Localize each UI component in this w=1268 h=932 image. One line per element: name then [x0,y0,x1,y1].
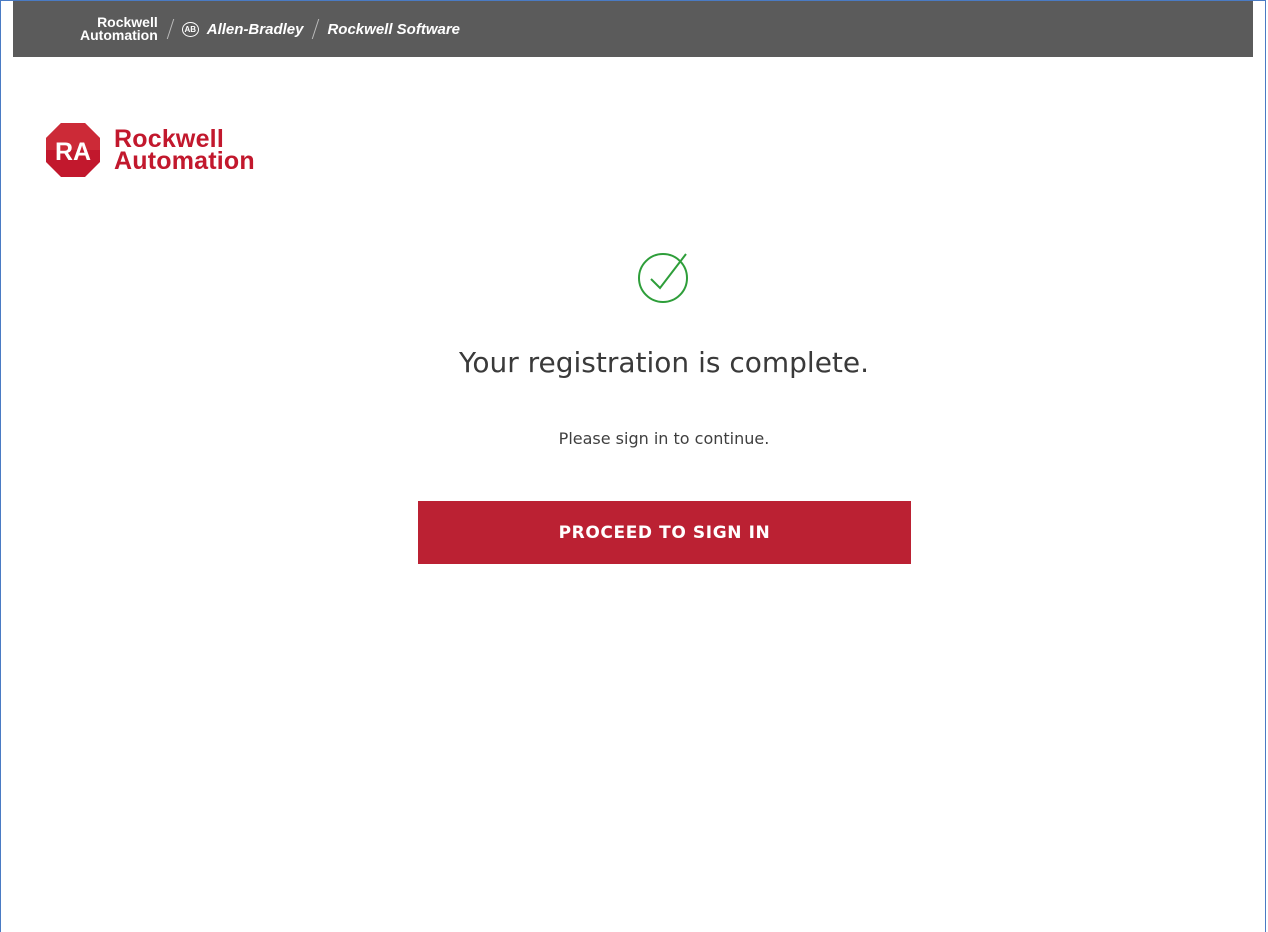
brand-separator [166,19,175,39]
logo-wordmark: Rockwell Automation [114,127,255,175]
allen-bradley-label: Allen-Bradley [206,20,304,38]
page-title: Your registration is complete. [458,346,870,379]
rockwell-software-link[interactable]: Rockwell Software [327,21,460,38]
logo-line2: Automation [114,147,255,175]
check-circle-icon [638,253,688,303]
rockwell-automation-logo[interactable]: RA Rockwell Automation [44,121,255,179]
brand-line2: Automation [80,27,158,43]
page-subtitle: Please sign in to continue. [558,429,770,448]
ra-logo-icon: RA [46,123,100,177]
rockwell-automation-link[interactable]: Rockwell Automation [80,15,158,43]
proceed-to-sign-in-button[interactable]: PROCEED TO SIGN IN [418,501,911,564]
brand-separator [312,19,320,39]
ra-logo-mark-text: RA [55,138,91,166]
allen-bradley-icon: AB [181,21,199,37]
allen-bradley-link[interactable]: AB Allen-Bradley [181,20,304,38]
brand-top-bar: Rockwell Automation AB Allen-Bradley Roc… [13,1,1253,57]
